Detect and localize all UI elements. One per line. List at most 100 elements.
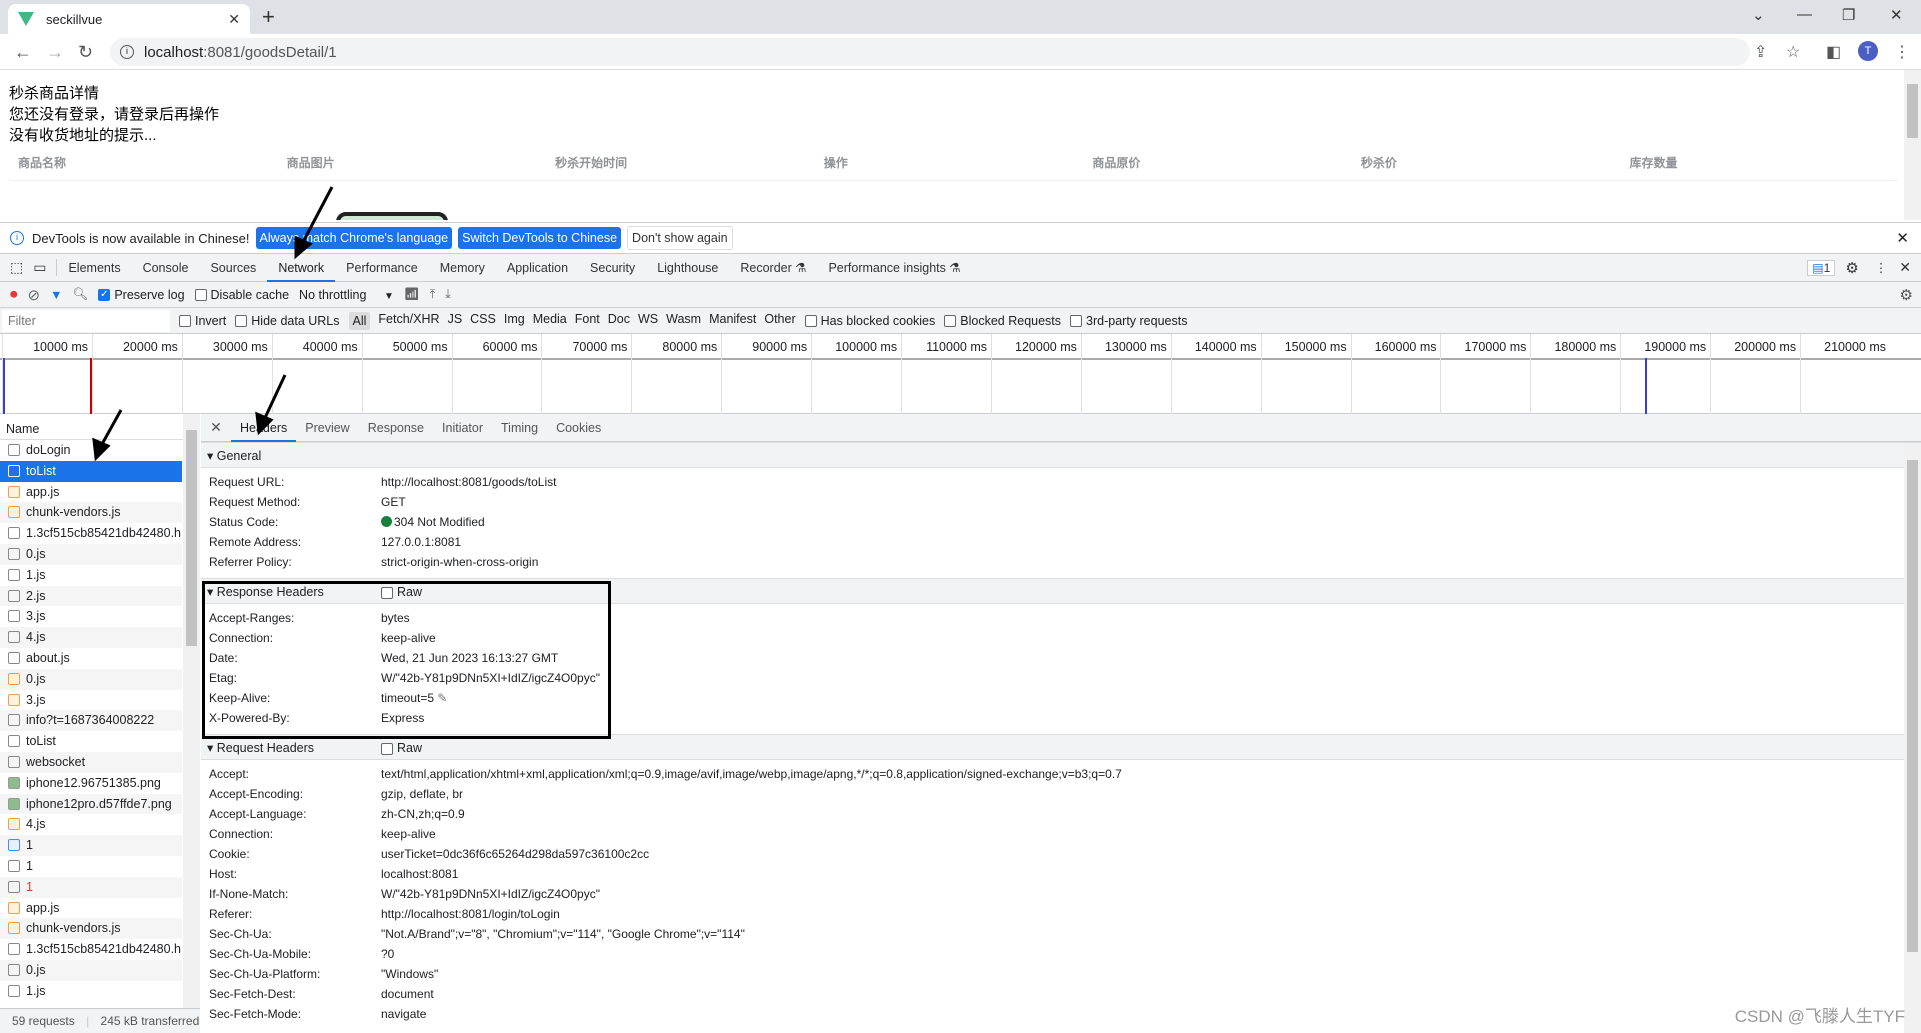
close-tab-icon[interactable]: ✕ (228, 11, 240, 28)
switch-chinese-button[interactable]: Switch DevTools to Chinese (458, 227, 622, 249)
page-scrollbar[interactable] (1904, 70, 1921, 220)
tab-initiator[interactable]: Initiator (433, 414, 492, 442)
share-icon[interactable]: ⇪ (1754, 42, 1767, 62)
tab-application[interactable]: Application (496, 254, 579, 282)
import-har-icon[interactable]: ⤒ (430, 287, 436, 302)
filter-type-manifest[interactable]: Manifest (709, 312, 756, 330)
request-row[interactable]: 0.js (0, 959, 182, 981)
filter-type-other[interactable]: Other (764, 312, 795, 330)
inspect-element-icon[interactable]: ⬚ (0, 259, 29, 276)
name-column-header[interactable]: Name (0, 414, 199, 440)
clear-icon[interactable]: ⊘ (28, 286, 41, 304)
record-icon[interactable]: ⏺ (10, 286, 18, 303)
request-row[interactable]: websocket (0, 751, 182, 773)
request-row[interactable]: 0.js (0, 543, 182, 565)
request-row[interactable]: info?t=1687364008222 (0, 710, 182, 732)
request-row[interactable]: app.js (0, 482, 182, 503)
side-panel-icon[interactable]: ◧ (1826, 42, 1841, 62)
minimize-button[interactable]: — (1797, 6, 1812, 23)
reload-icon[interactable]: ↻ (78, 42, 93, 63)
filter-type-doc[interactable]: Doc (608, 312, 630, 330)
request-row[interactable]: 1.3cf515cb85421db42480.h... (0, 939, 182, 960)
close-detail-icon[interactable]: ✕ (201, 419, 231, 436)
request-row[interactable]: 4.js (0, 814, 182, 835)
request-row[interactable]: chunk-vendors.js (0, 502, 182, 524)
filter-type-fetch-xhr[interactable]: Fetch/XHR (378, 312, 439, 330)
address-bar[interactable]: i localhost:8081/goodsDetail/1 (110, 38, 1750, 66)
request-row[interactable]: toList (0, 731, 182, 752)
close-window-button[interactable]: ✕ (1890, 6, 1903, 24)
disable-cache-checkbox[interactable]: Disable cache (194, 288, 289, 302)
filter-type-media[interactable]: Media (533, 312, 567, 330)
filter-icon[interactable]: ▼ (50, 288, 62, 302)
tab-preview[interactable]: Preview (296, 414, 358, 442)
browser-tab[interactable]: seckillvue ✕ (8, 4, 250, 34)
tab-performance-insights[interactable]: Performance insights ⚗ (817, 254, 971, 282)
filter-type-img[interactable]: Img (504, 312, 525, 330)
request-row[interactable]: about.js (0, 648, 182, 669)
filter-type-font[interactable]: Font (575, 312, 600, 330)
network-conditions-icon[interactable]: 📶︎ (404, 287, 420, 302)
request-row[interactable]: iphone12pro.d57ffde7.png (0, 793, 182, 815)
tab-console[interactable]: Console (132, 254, 200, 282)
tab-headers[interactable]: Headers (231, 414, 297, 442)
filter-input[interactable] (2, 309, 170, 332)
filter-type-ws[interactable]: WS (638, 312, 658, 330)
request-list-scrollbar[interactable] (183, 414, 200, 1008)
blocked-requests-checkbox[interactable]: Blocked Requests (944, 314, 1061, 328)
avatar[interactable]: T (1858, 41, 1878, 61)
filter-type-js[interactable]: JS (448, 312, 463, 330)
tab-cookies[interactable]: Cookies (547, 414, 610, 442)
request-row[interactable]: 3.js (0, 606, 182, 627)
new-tab-button[interactable]: + (262, 4, 275, 30)
tab-memory[interactable]: Memory (429, 254, 496, 282)
device-toolbar-icon[interactable]: ▭ (29, 259, 58, 276)
request-row[interactable]: toList (0, 460, 182, 482)
tab-security[interactable]: Security (579, 254, 646, 282)
request-row[interactable]: 4.js (0, 627, 182, 648)
filter-type-wasm[interactable]: Wasm (666, 312, 701, 330)
more-options-icon[interactable]: ⋮ (1869, 260, 1894, 275)
tab-timing[interactable]: Timing (492, 414, 547, 442)
network-settings-gear-icon[interactable]: ⚙ (1900, 286, 1913, 304)
site-info-icon[interactable]: i (120, 45, 134, 59)
back-icon[interactable]: ← (14, 42, 32, 63)
request-row[interactable]: 1 (0, 835, 182, 856)
has-blocked-cookies-checkbox[interactable]: Has blocked cookies (804, 314, 935, 328)
export-har-icon[interactable]: ⤓ (445, 287, 451, 302)
request-row[interactable]: 1 (0, 856, 182, 877)
hide-data-urls-checkbox[interactable]: Hide data URLs (235, 314, 340, 328)
request-row[interactable]: 1 (0, 876, 182, 898)
tab-search-icon[interactable]: ⌄ (1752, 6, 1765, 24)
preserve-log-checkbox[interactable]: ✓ Preserve log (98, 288, 185, 302)
close-banner-icon[interactable]: ✕ (1896, 229, 1909, 247)
request-row[interactable]: 2.js (0, 585, 182, 607)
request-row[interactable]: app.js (0, 898, 182, 919)
match-language-button[interactable]: Always match Chrome's language (255, 227, 453, 249)
tab-performance[interactable]: Performance (335, 254, 429, 282)
restore-button[interactable]: ❐ (1842, 6, 1855, 24)
filter-type-css[interactable]: CSS (470, 312, 496, 330)
bookmark-star-icon[interactable]: ☆ (1786, 42, 1800, 62)
close-devtools-icon[interactable]: ✕ (1893, 259, 1921, 276)
request-row[interactable]: doLogin (0, 440, 182, 461)
filter-type-all[interactable]: All (348, 311, 371, 330)
settings-gear-icon[interactable]: ⚙ (1835, 259, 1868, 277)
tab-response[interactable]: Response (359, 414, 433, 442)
tab-lighthouse[interactable]: Lighthouse (646, 254, 729, 282)
dont-show-again-button[interactable]: Don't show again (627, 226, 733, 250)
menu-icon[interactable]: ⋮ (1894, 42, 1910, 62)
detail-scrollbar[interactable] (1904, 444, 1921, 1033)
third-party-checkbox[interactable]: 3rd-party requests (1070, 314, 1187, 328)
invert-checkbox[interactable]: Invert (179, 314, 226, 328)
throttling-select[interactable]: No throttling ▼ (299, 288, 394, 302)
search-icon[interactable]: 🔍︎ (72, 287, 88, 302)
general-section-header[interactable]: ▾ General (201, 442, 1921, 468)
request-row[interactable]: 1.js (0, 981, 182, 1002)
forward-icon[interactable]: → (46, 42, 64, 63)
request-row[interactable]: iphone12.96751385.png (0, 773, 182, 794)
issues-badge[interactable]: ▤1 (1807, 259, 1836, 276)
tab-sources[interactable]: Sources (199, 254, 267, 282)
tab-network[interactable]: Network (267, 254, 336, 282)
request-row[interactable]: chunk-vendors.js (0, 918, 182, 940)
